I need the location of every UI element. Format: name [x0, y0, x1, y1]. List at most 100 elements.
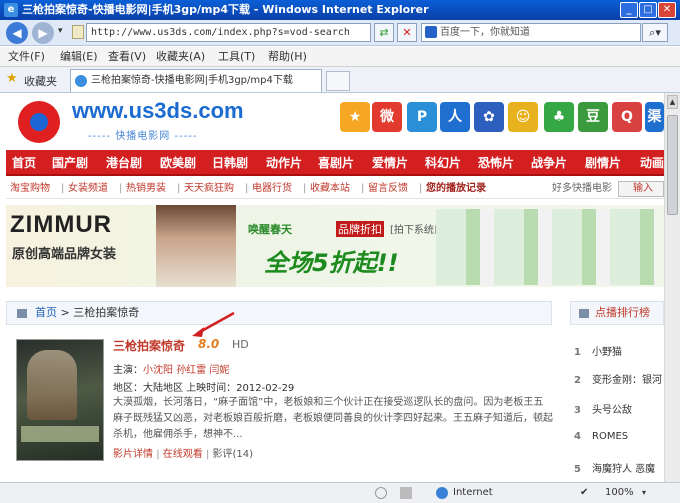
- subnav-link-feedback[interactable]: 留言反馈: [368, 179, 408, 199]
- category-tab[interactable]: 爱情片: [372, 150, 408, 176]
- category-tab[interactable]: 港台剧: [106, 150, 142, 176]
- renren-icon[interactable]: 人: [440, 102, 470, 132]
- refresh-button[interactable]: ⇄: [374, 23, 394, 42]
- search-button[interactable]: ⌕▾: [642, 23, 668, 42]
- site-logo[interactable]: [18, 101, 60, 143]
- ranking-item[interactable]: 2 变形金刚：银河: [574, 371, 662, 386]
- ranking-title-text: 小野猫: [592, 347, 622, 358]
- favorites-button[interactable]: 收藏夹: [24, 73, 57, 89]
- ranking-title-text: 海魔狩人 恶魔: [592, 464, 656, 475]
- search-site-label: 输入: [633, 183, 653, 194]
- category-tab[interactable]: 喜剧片: [318, 150, 354, 176]
- close-button[interactable]: ✕: [658, 2, 676, 18]
- banner-sale: 全场5折起!!: [264, 249, 399, 277]
- movie-quality: HD: [232, 338, 249, 351]
- more-icon[interactable]: 渠: [645, 102, 664, 132]
- ranking-title: 点播排行榜: [595, 306, 650, 319]
- cast-actor[interactable]: 闫妮: [209, 365, 229, 376]
- category-tab[interactable]: 剧情片: [585, 150, 621, 176]
- movie-details-link[interactable]: 影片详情: [113, 449, 153, 460]
- douban-icon[interactable]: 豆: [578, 102, 608, 132]
- subnav-link-appliance[interactable]: 电器行货: [252, 179, 292, 199]
- sohu-icon[interactable]: ☺: [508, 102, 538, 132]
- protected-mode-toggle[interactable]: ✔: [580, 483, 588, 503]
- ie-icon: e: [4, 3, 18, 17]
- web-page: www.us3ds.com ----- 快播电影网 ----- ★ 微 P 人 ✿ ☺ ♣ 豆…: [0, 93, 664, 482]
- vertical-scrollbar[interactable]: ▲: [664, 93, 680, 482]
- reviews-link[interactable]: 影评(14): [213, 449, 254, 460]
- url-input[interactable]: http://www.us3ds.com/index.php?s=vod-sea…: [86, 23, 371, 42]
- kaixin-icon[interactable]: ♣: [544, 102, 574, 132]
- category-tab[interactable]: 恐怖片: [478, 150, 514, 176]
- menu-edit[interactable]: 编辑(E): [60, 47, 98, 67]
- banner-wake: 唤醒春天: [248, 223, 292, 236]
- play-history-link[interactable]: 您的播放记录: [426, 179, 486, 199]
- maximize-button[interactable]: □: [639, 2, 657, 18]
- menu-help[interactable]: 帮助(H): [268, 47, 307, 67]
- tab-current[interactable]: 三枪拍案惊奇-快播电影网|手机3gp/mp4下载: [70, 69, 322, 92]
- qzone-icon[interactable]: ★: [340, 102, 370, 132]
- pengyou-icon[interactable]: P: [407, 102, 437, 132]
- movie-poster[interactable]: [16, 339, 104, 461]
- scroll-thumb[interactable]: [667, 115, 678, 215]
- movie-region-line: 地区：大陆地区 上映时间：2012-02-29: [113, 383, 295, 394]
- scroll-up-button[interactable]: ▲: [667, 95, 678, 109]
- ad-banner[interactable]: ZIMMUR 原创高端品牌女装 唤醒春天 品牌折扣 [拍下系统自动减价] 全场5…: [6, 205, 664, 287]
- breadcrumb-home[interactable]: 首页: [35, 306, 57, 319]
- site-url[interactable]: www.us3ds.com: [72, 98, 244, 124]
- category-tab[interactable]: 首页: [12, 150, 36, 176]
- subnav-divider: |: [177, 183, 181, 194]
- menu-favorites[interactable]: 收藏夹(A): [156, 47, 205, 67]
- tqq-icon[interactable]: Q: [612, 102, 642, 132]
- back-button[interactable]: ◀: [6, 22, 28, 44]
- subnav-link-crazy[interactable]: 天天疯狂购: [184, 179, 234, 199]
- ranking-item[interactable]: 1 小野猫: [574, 343, 622, 358]
- zoom-level[interactable]: 100%: [605, 483, 634, 503]
- subnav-link-bookmark[interactable]: 收藏本站: [310, 179, 350, 199]
- ranking-number: 3: [574, 405, 581, 416]
- subnav-divider: |: [245, 183, 249, 194]
- menu-file[interactable]: 文件(F): [8, 47, 45, 67]
- subnav-link-men[interactable]: 热销男装: [126, 179, 166, 199]
- page-icon: [72, 25, 84, 39]
- recent-pages-dropdown[interactable]: ▾: [58, 26, 63, 36]
- category-tab[interactable]: 日韩剧: [212, 150, 248, 176]
- ranking-number: 1: [574, 347, 581, 358]
- cast-label: 主演：: [113, 365, 143, 376]
- new-tab-button[interactable]: [326, 71, 350, 91]
- search-input[interactable]: 百度一下，你就知道: [421, 23, 641, 42]
- home-icon: [17, 309, 27, 318]
- forward-button[interactable]: ▶: [32, 22, 54, 44]
- category-tab[interactable]: 科幻片: [425, 150, 461, 176]
- subnav-link-taobao[interactable]: 淘宝购物: [10, 179, 50, 199]
- search-placeholder: 百度一下，你就知道: [440, 27, 530, 38]
- ranking-item[interactable]: 5 海魔狩人 恶魔: [574, 460, 655, 475]
- ranking-item[interactable]: 4 ROMES: [574, 431, 628, 442]
- category-tab[interactable]: 欧美剧: [160, 150, 196, 176]
- cast-actor[interactable]: 孙红雷: [176, 365, 206, 376]
- category-tab[interactable]: 国产剧: [52, 150, 88, 176]
- movie-title[interactable]: 三枪拍案惊奇: [113, 337, 185, 354]
- category-tab[interactable]: 动作片: [266, 150, 302, 176]
- weibo-icon[interactable]: 微: [372, 102, 402, 132]
- popup-blocked-icon: [375, 487, 387, 499]
- search-site-input[interactable]: 输入: [618, 181, 664, 197]
- subnav-link-women[interactable]: 女装频道: [68, 179, 108, 199]
- baidu-icon[interactable]: ✿: [474, 102, 504, 132]
- minimize-button[interactable]: _: [620, 2, 638, 18]
- category-tab[interactable]: 动画: [640, 150, 664, 176]
- baidu-paw-icon: [425, 26, 437, 38]
- movie-score: 8.0: [198, 337, 220, 351]
- menu-tools[interactable]: 工具(T): [218, 47, 255, 67]
- subnav-divider: |: [303, 183, 307, 194]
- subnav-divider: |: [419, 183, 423, 194]
- watch-online-link[interactable]: 在线观看: [163, 449, 203, 460]
- zoom-dropdown-icon[interactable]: ▾: [642, 483, 646, 503]
- ranking-title-text: ROMES: [592, 431, 629, 442]
- stop-button[interactable]: ✕: [397, 23, 417, 42]
- menu-bar: 文件(F) 编辑(E) 查看(V) 收藏夹(A) 工具(T) 帮助(H): [0, 47, 680, 67]
- ranking-item[interactable]: 3 头号公敌: [574, 401, 632, 416]
- category-tab[interactable]: 战争片: [531, 150, 567, 176]
- cast-actor[interactable]: 小沈阳: [143, 365, 173, 376]
- menu-view[interactable]: 查看(V): [108, 47, 146, 67]
